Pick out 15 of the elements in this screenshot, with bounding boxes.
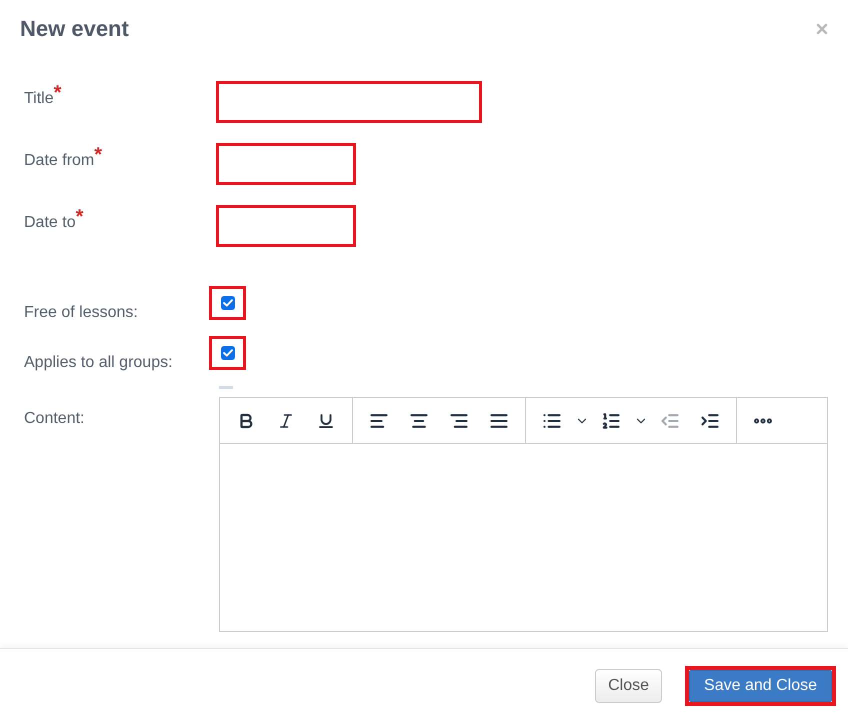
input-field[interactable]: [216, 205, 356, 247]
checkbox[interactable]: [220, 296, 234, 310]
numbered-list-icon[interactable]: [601, 410, 621, 430]
field-label: Content:: [24, 410, 84, 427]
underline-icon[interactable]: [317, 412, 335, 430]
checkbox[interactable]: [220, 346, 234, 360]
dialog-title: New event: [20, 15, 129, 43]
input-field[interactable]: [216, 143, 356, 185]
close-button[interactable]: Close: [595, 668, 662, 702]
field-label: Applies to all groups:: [24, 354, 173, 371]
field-label: Free of lessons:: [24, 304, 138, 321]
input-field[interactable]: [216, 81, 482, 123]
dash-icon: [219, 386, 233, 389]
save-button[interactable]: Save and Close: [689, 670, 832, 702]
italic-icon[interactable]: [277, 412, 295, 430]
